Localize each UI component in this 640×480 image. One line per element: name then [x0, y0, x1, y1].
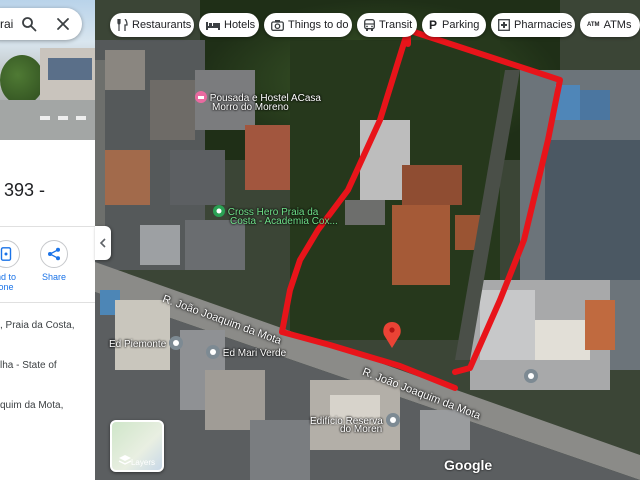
chip-label: Parking	[442, 19, 480, 31]
photo-crosswalk	[40, 116, 50, 120]
building	[140, 225, 180, 265]
phone-icon	[0, 247, 12, 261]
building	[115, 300, 170, 370]
place-label-ed-mari-verde[interactable]: Ed Mari Verde	[206, 345, 286, 359]
photo-road	[0, 100, 95, 140]
building-marker-icon	[206, 345, 220, 359]
glass-roof	[545, 140, 640, 280]
chip-label: Hotels	[224, 19, 256, 31]
place-panel: rai , 393 - nd to one	[0, 0, 95, 480]
location-pin-dot	[389, 327, 395, 333]
pharmacy-icon	[498, 19, 510, 31]
chip-label: Transit	[379, 19, 413, 31]
photo-crosswalk	[58, 116, 68, 120]
send-to-phone-circle	[0, 240, 20, 268]
chip-label: ATMs	[603, 19, 632, 31]
chip-label: Things to do	[288, 19, 349, 31]
chip-hotels[interactable]: Hotels	[199, 13, 259, 37]
fork-knife-icon	[117, 19, 128, 31]
divider	[0, 226, 95, 227]
google-attribution: Google	[444, 457, 493, 473]
send-to-phone-label-1: nd to	[0, 272, 17, 282]
send-to-phone-button[interactable]: nd to one	[0, 240, 26, 292]
chip-label: Restaurants	[132, 19, 192, 31]
satellite-map[interactable]: Pousada e Hostel ACasa Morro do Moreno C…	[95, 0, 640, 480]
atm-icon: ATM	[587, 22, 600, 28]
chip-transit[interactable]: Transit	[357, 13, 417, 37]
bed-icon	[206, 22, 220, 30]
rooftop	[535, 320, 590, 360]
photo-crosswalk	[76, 116, 86, 120]
address-line: quim da Mota,	[0, 400, 64, 411]
share-circle	[40, 240, 68, 268]
building	[345, 200, 385, 225]
camera-icon	[271, 19, 284, 31]
chip-label: Pharmacies	[514, 19, 573, 31]
place-label-ed-piemonte[interactable]: Ed Piemonte	[109, 336, 184, 350]
chip-atms[interactable]: ATM ATMs	[580, 13, 640, 37]
place-title: , 393 -	[0, 180, 46, 200]
chevron-left-icon	[99, 238, 106, 248]
share-icon	[48, 247, 60, 261]
place-label-crosshero-2: Costa - Academia Cox...	[230, 216, 338, 227]
divider	[0, 302, 95, 303]
building	[170, 150, 225, 205]
search-icon[interactable]	[21, 16, 37, 32]
photo-tree	[0, 55, 44, 105]
building	[105, 50, 145, 90]
photo-building-windows	[48, 58, 92, 80]
place-label-edificio-reserva-2: do Moren	[340, 424, 383, 435]
building	[150, 80, 195, 140]
building-red-roof	[245, 125, 290, 190]
search-input[interactable]: rai	[0, 17, 13, 31]
layers-button[interactable]: Layers	[110, 420, 164, 472]
pool	[580, 90, 610, 120]
search-box[interactable]: rai	[0, 8, 82, 40]
ed-mari-verde-name: Ed Mari Verde	[222, 348, 287, 359]
send-to-phone-label-2: one	[0, 282, 14, 292]
place-label-pousada-2: Morro do Moreno	[212, 102, 289, 113]
share-button[interactable]: Share	[36, 240, 72, 282]
layers-label: Layers	[130, 458, 155, 467]
building-marker-icon[interactable]	[524, 369, 538, 383]
chip-parking[interactable]: P Parking	[422, 13, 486, 37]
address-line: , Praia da Costa,	[0, 320, 75, 331]
parking-icon: P	[429, 18, 438, 32]
chip-pharmacies[interactable]: Pharmacies	[491, 13, 575, 37]
gym-marker-icon	[213, 205, 225, 217]
collapse-panel-button[interactable]	[95, 226, 111, 260]
satellite-imagery	[95, 0, 640, 480]
ed-piemonte-name: Ed Piemonte	[109, 339, 167, 350]
share-label: Share	[41, 272, 67, 282]
close-icon[interactable]	[55, 16, 71, 32]
bus-icon	[364, 19, 375, 31]
chip-restaurants[interactable]: Restaurants	[110, 13, 194, 37]
building	[185, 220, 245, 270]
hotel-marker-icon	[195, 91, 207, 103]
building-marker-icon	[169, 336, 184, 350]
address-line: lha - State of	[0, 360, 57, 371]
building-red-roof	[402, 165, 462, 205]
building	[100, 150, 150, 205]
building	[250, 420, 310, 480]
chip-things-to-do[interactable]: Things to do	[264, 13, 352, 37]
building-red-roof	[392, 205, 450, 285]
rooftop-orange	[585, 300, 615, 350]
building-marker-icon	[385, 413, 400, 427]
